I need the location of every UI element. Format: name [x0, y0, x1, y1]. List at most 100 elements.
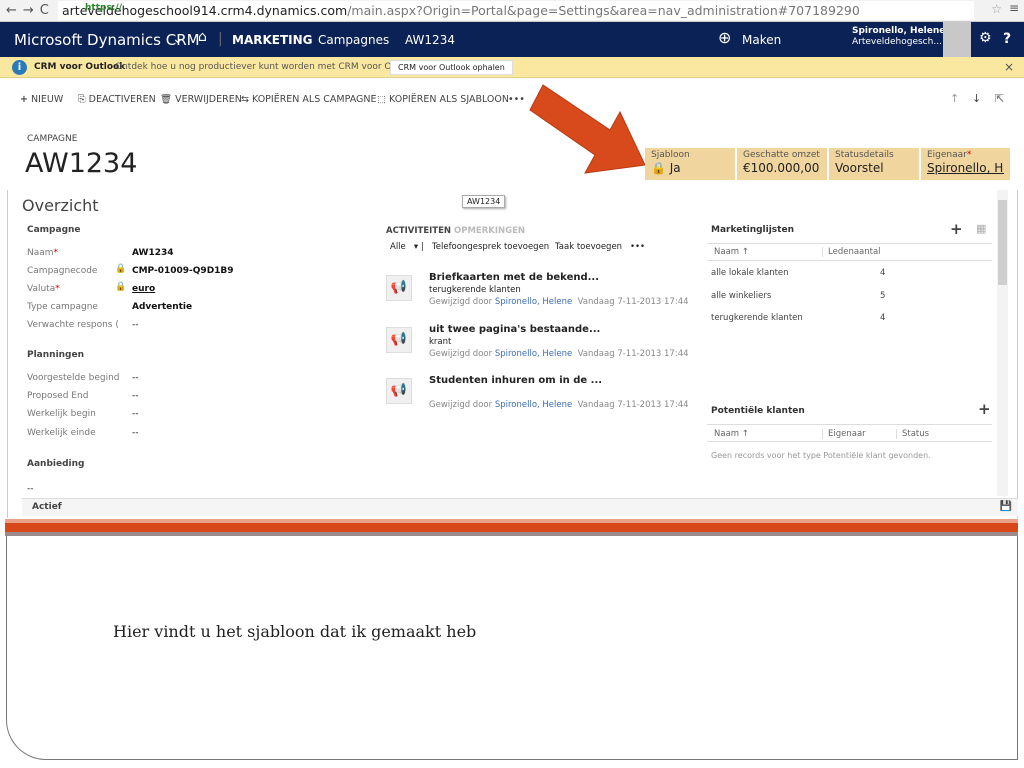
star-icon[interactable]: ☆ — [991, 2, 1002, 16]
get-outlook-button[interactable]: CRM voor Outlook ophalen — [390, 60, 513, 75]
activity-date: Vandaag 7-11-2013 17:44 — [577, 349, 689, 359]
url-path: /main.aspx?Origin=Portal&page=Settings&a… — [347, 3, 860, 18]
value-end-proposed[interactable]: -- — [132, 391, 139, 401]
add-lead-icon[interactable]: + — [978, 400, 991, 418]
new-button[interactable]: + NIEUW — [20, 94, 63, 105]
browser-nav-icons[interactable]: ←→C — [6, 3, 55, 18]
col-status[interactable]: Status — [896, 429, 929, 439]
activity-item[interactable]: 📢 Briefkaarten met de bekend... terugkeren… — [386, 272, 689, 312]
tooltip: AW1234 — [462, 195, 506, 208]
arrow-down-icon[interactable]: ↓ — [972, 92, 981, 105]
add-task-button[interactable]: Taak toevoegen — [555, 242, 622, 252]
label-valuta: Valuta* — [27, 284, 60, 294]
label-naam: Naam* — [27, 248, 59, 258]
new-label: NIEUW — [31, 94, 64, 105]
section-campaign: Campagne — [27, 225, 81, 235]
header-field-omzet[interactable]: Geschatte omzet €100.000,00 — [737, 148, 827, 180]
arrow-annotation — [529, 84, 646, 174]
delete-button[interactable]: 🗑 VERWIJDEREN — [160, 94, 242, 105]
nav-record[interactable]: AW1234 — [405, 33, 455, 47]
label-begin-actual: Werkelijk begin — [27, 409, 96, 419]
more-button[interactable]: ••• — [508, 94, 525, 105]
activity-item[interactable]: 📢 Studenten inhuren om in de ... Gewijzigd… — [386, 375, 689, 415]
activity-title[interactable]: Briefkaarten met de bekend... — [429, 272, 599, 283]
owner-link[interactable]: Spironello, He — [927, 161, 1004, 175]
more-activities-button[interactable]: ••• — [630, 242, 645, 252]
command-bar: + NIEUW ⎘ DEACTIVEREN 🗑 VERWIJDEREN ⇆ KO… — [0, 88, 1024, 112]
divider: | — [218, 31, 223, 47]
browser-bar: ←→C https://arteveldehogeschool914.crm4.… — [0, 0, 1024, 22]
page-title: AW1234 — [25, 148, 138, 179]
help-icon[interactable]: ? — [1003, 31, 1011, 47]
modified-label: Gewijzigd door — [429, 349, 493, 359]
user-link[interactable]: Spironello, Helene — [495, 400, 572, 410]
scrollbar-thumb[interactable] — [998, 200, 1007, 285]
label-text: Naam — [27, 248, 54, 258]
header-field-owner[interactable]: Eigenaar* Spironello, He — [921, 148, 1010, 180]
campaign-activity-icon: 📢 — [386, 275, 412, 301]
save-icon[interactable]: 💾 — [1000, 501, 1012, 512]
col-owner[interactable]: Eigenaar — [822, 429, 866, 439]
plus-circle-icon[interactable]: ⊕ — [718, 28, 731, 47]
field-label: Statusdetails — [835, 150, 894, 160]
leads-title: Potentiële klanten — [711, 406, 805, 416]
activity-title[interactable]: Studenten inhuren om in de ... — [429, 375, 602, 386]
add-call-button[interactable]: Telefoongesprek toevoegen — [432, 242, 549, 252]
activity-title[interactable]: uit twee pagina's bestaande... — [429, 324, 600, 335]
header-field-status[interactable]: Statusdetails Voorstel — [829, 148, 919, 180]
scrollbar[interactable] — [997, 190, 1008, 496]
activity-item[interactable]: 📢 uit twee pagina's bestaande... krant Gewi… — [386, 324, 689, 364]
value-respons[interactable]: -- — [132, 320, 139, 330]
value-begin-proposed[interactable]: -- — [132, 373, 139, 383]
address-bar[interactable]: https://arteveldehogeschool914.crm4.dyna… — [58, 1, 974, 20]
value-begin-actual[interactable]: -- — [132, 409, 139, 419]
owner-label: Eigenaar — [927, 150, 967, 160]
tab-activities[interactable]: ACTIVITEITEN — [386, 226, 451, 236]
nav-campagnes[interactable]: Campagnes — [318, 33, 389, 47]
close-icon[interactable]: × — [1004, 60, 1014, 74]
gear-icon[interactable]: ⚙ — [979, 30, 992, 46]
deactivate-button[interactable]: ⎘ DEACTIVEREN — [78, 94, 156, 105]
user-link[interactable]: Spironello, Helene — [495, 349, 572, 359]
col-name[interactable]: Naam ↑ — [714, 429, 749, 439]
activity-date: Vandaag 7-11-2013 17:44 — [577, 400, 689, 410]
arrow-up-icon[interactable]: ↑ — [950, 92, 959, 105]
list-row-name[interactable]: terugkerende klanten — [711, 313, 803, 323]
label-type: Type campagne — [27, 302, 98, 312]
create-button[interactable]: Maken — [742, 33, 781, 47]
delete-label: VERWIJDEREN — [175, 94, 242, 105]
area-marketing[interactable]: MARKETING — [232, 33, 313, 47]
user-link[interactable]: Spironello, Helene — [495, 297, 572, 307]
list-row-name[interactable]: alle winkeliers — [711, 291, 771, 301]
value-campagnecode: CMP-01009-Q9D1B9 — [132, 266, 234, 276]
marketing-lists-title: Marketinglijsten — [711, 225, 794, 235]
value-naam[interactable]: AW1234 — [132, 248, 174, 258]
value-valuta[interactable]: euro — [132, 284, 155, 294]
status-label: Actief — [32, 502, 62, 512]
grid-view-icon[interactable]: ▦ — [976, 222, 986, 235]
value-type[interactable]: Advertentie — [132, 302, 192, 312]
col-name[interactable]: Naam ↑ — [714, 247, 749, 257]
entity-label: CAMPAGNE — [27, 134, 78, 144]
list-row-count: 4 — [880, 268, 886, 278]
user-name[interactable]: Spironello, Helene — [852, 26, 945, 36]
col-count[interactable]: Ledenaantal — [822, 247, 881, 257]
field-value: 🔒 Ja — [651, 161, 681, 175]
copy-campaign-button[interactable]: ⇆ KOPIËREN ALS CAMPAGNE — [241, 94, 377, 105]
avatar[interactable] — [943, 22, 971, 57]
menu-icon[interactable]: ≡ — [1009, 1, 1019, 15]
value-offer[interactable]: -- — [27, 484, 34, 494]
tab-notes[interactable]: OPMERKINGEN — [454, 226, 525, 236]
arrow-shape — [529, 84, 646, 174]
list-row-name[interactable]: alle lokale klanten — [711, 268, 789, 278]
infobar-title: CRM voor Outlook — [34, 62, 126, 72]
expand-icon[interactable]: ⇱ — [995, 92, 1004, 105]
filter-dropdown[interactable]: Alle ▾ | — [390, 242, 424, 252]
add-list-icon[interactable]: + — [950, 220, 963, 238]
home-icon[interactable]: ⌂ — [198, 29, 207, 45]
copy-template-label: KOPIËREN ALS SJABLOON — [389, 94, 509, 105]
chevron-down-icon[interactable]: ⌄ — [172, 31, 184, 47]
infobar-message: Ontdek hoe u nog productiever kunt worde… — [115, 62, 423, 72]
copy-template-button[interactable]: ⬚ KOPIËREN ALS SJABLOON — [377, 94, 509, 105]
value-end-actual[interactable]: -- — [132, 428, 139, 438]
